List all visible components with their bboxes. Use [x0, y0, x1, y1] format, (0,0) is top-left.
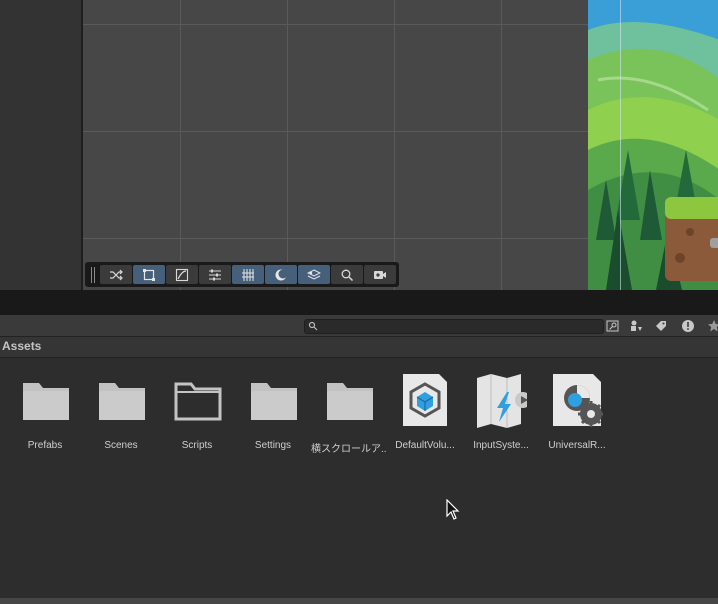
grid-line — [287, 0, 288, 290]
asset-label: InputSyste... — [473, 440, 529, 451]
grid-snap-button[interactable] — [232, 265, 264, 284]
search-input[interactable] — [319, 320, 599, 333]
breadcrumb: Assets — [0, 337, 718, 358]
rect-tool-button[interactable] — [133, 265, 165, 284]
settings-sliders-button[interactable] — [199, 265, 231, 284]
layers-toggle-button[interactable] — [298, 265, 330, 284]
moon-icon — [275, 269, 288, 280]
asset-label: Scripts — [181, 440, 213, 451]
folder-icon — [21, 372, 71, 432]
folder-icon — [97, 372, 147, 432]
panel-divider — [0, 290, 718, 315]
warning-icon — [682, 320, 694, 332]
breadcrumb-assets[interactable]: Assets — [2, 339, 41, 353]
label-tag-icon — [656, 321, 666, 331]
grid-line — [83, 238, 588, 239]
filter-by-type-button[interactable] — [627, 318, 645, 334]
asset-item-side-scroll-folder[interactable]: 横スクロールア... — [311, 372, 387, 455]
favorites-button[interactable] — [705, 318, 718, 334]
star-icon — [708, 320, 718, 332]
asset-item-universal-rp[interactable]: UniversalR... — [539, 372, 615, 452]
draw-tool-button[interactable] — [166, 265, 198, 284]
scene-left-panel — [0, 0, 81, 290]
bottom-status-bar — [0, 598, 718, 604]
scene-view[interactable] — [81, 0, 718, 290]
asset-label: 横スクロールア... — [311, 444, 387, 455]
console-warnings-button[interactable] — [679, 318, 697, 334]
lighting-toggle-button[interactable] — [265, 265, 297, 284]
grid-snap-icon — [242, 268, 254, 281]
shuffle-tool-button[interactable] — [100, 265, 132, 284]
camera-icon — [374, 270, 386, 279]
input-actions-icon — [477, 372, 527, 432]
search-scope-button[interactable] — [604, 318, 622, 334]
filter-type-icon — [631, 320, 642, 331]
folder-icon — [325, 372, 375, 432]
asset-item-settings[interactable]: Settings — [235, 372, 311, 452]
search-icon — [308, 321, 318, 331]
asset-item-input-system[interactable]: InputSyste... — [463, 372, 539, 452]
toolbar-grip-handle[interactable] — [88, 266, 100, 284]
asset-label: DefaultVolu... — [395, 440, 455, 451]
shuffle-icon — [110, 269, 123, 280]
game-background-art — [588, 0, 718, 290]
grid-line — [180, 0, 181, 290]
settings-sliders-icon — [209, 269, 221, 280]
folder-icon — [249, 372, 299, 432]
asset-label: UniversalR... — [548, 440, 606, 451]
asset-item-scenes[interactable]: Scenes — [83, 372, 159, 452]
rect-tool-icon — [143, 268, 155, 281]
asset-grid: Prefabs Scenes Scripts Settings 横スクロールア.… — [0, 358, 718, 598]
camera-tool-button[interactable] — [364, 265, 396, 284]
asset-item-scripts[interactable]: Scripts — [159, 372, 235, 452]
asset-item-default-volume[interactable]: DefaultVolu... — [387, 372, 463, 452]
grid-line — [83, 24, 588, 25]
asset-item-prefabs[interactable]: Prefabs — [7, 372, 83, 452]
asset-label: Settings — [254, 440, 292, 451]
mouse-cursor-icon — [446, 499, 460, 520]
scene-overlay-toolbar — [85, 262, 399, 287]
render-pipeline-icon — [553, 372, 603, 432]
grid-line — [394, 0, 395, 290]
project-toolbar — [0, 315, 718, 337]
search-scope-icon — [606, 320, 619, 332]
asset-label: Scenes — [104, 440, 138, 451]
grid-line — [501, 0, 502, 290]
layers-icon — [307, 268, 321, 280]
volume-profile-icon — [401, 372, 451, 432]
filter-by-label-button[interactable] — [652, 318, 670, 334]
empty-folder-icon — [173, 372, 223, 432]
zoom-tool-button[interactable] — [331, 265, 363, 284]
grid-line — [83, 131, 588, 132]
search-field[interactable] — [304, 319, 604, 334]
zoom-icon — [341, 269, 354, 281]
draw-tool-icon — [175, 268, 189, 281]
asset-label: Prefabs — [27, 440, 63, 451]
